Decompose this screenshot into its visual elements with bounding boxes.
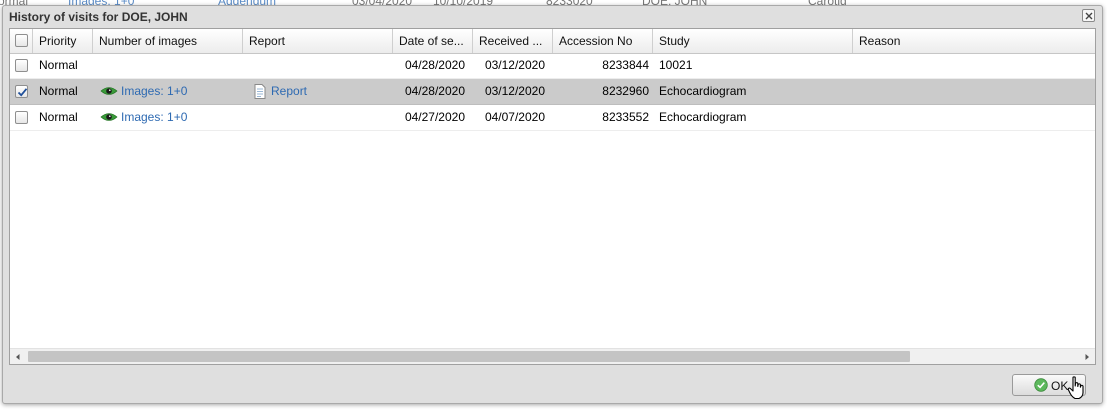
checkmark-icon <box>17 88 28 97</box>
scroll-right-button[interactable] <box>1079 349 1095 364</box>
cell-date: 04/28/2020 <box>404 84 465 98</box>
images-link[interactable]: Images: 1+0 <box>121 105 187 130</box>
column-header-study[interactable]: Study <box>653 29 853 53</box>
scroll-thumb[interactable] <box>28 351 910 362</box>
cell-received: 03/12/2020 <box>484 58 545 72</box>
cell-accession: 8233552 <box>602 110 649 124</box>
eye-icon <box>100 113 118 121</box>
table-row[interactable]: Normal 04/28/2020 03/12/2020 8233844 100… <box>10 53 1095 79</box>
cell-priority: Normal <box>39 58 78 72</box>
cell-priority: Normal <box>39 110 78 124</box>
eye-icon <box>100 87 118 95</box>
images-link[interactable]: Images: 1+0 <box>121 79 187 104</box>
header-checkbox-cell <box>10 29 33 53</box>
visits-grid: Priority Number of images Report Date of… <box>9 28 1096 365</box>
cell-received: 03/12/2020 <box>484 84 545 98</box>
column-header-accession[interactable]: Accession No <box>553 29 653 53</box>
arrow-right-icon <box>1085 354 1089 360</box>
column-header-reason[interactable]: Reason <box>853 29 1095 53</box>
cell-study: Echocardiogram <box>659 84 747 98</box>
cell-date: 04/28/2020 <box>404 58 465 72</box>
document-icon <box>254 84 266 99</box>
row-checkbox[interactable] <box>15 59 28 72</box>
grid-header: Priority Number of images Report Date of… <box>10 29 1095 54</box>
cell-date: 04/27/2020 <box>404 110 465 124</box>
cell-accession: 8232960 <box>602 84 649 98</box>
scroll-left-button[interactable] <box>10 349 26 364</box>
cell-accession: 8233844 <box>602 58 649 72</box>
history-dialog: History of visits for DOE, JOHN Priority… <box>2 5 1103 404</box>
ok-label: OK <box>1051 379 1069 393</box>
select-all-checkbox[interactable] <box>15 34 28 47</box>
cell-priority: Normal <box>39 84 78 98</box>
cell-received: 04/07/2020 <box>484 110 545 124</box>
column-header-received[interactable]: Received ... <box>473 29 553 53</box>
cell-study: 10021 <box>659 58 693 72</box>
table-row[interactable]: Normal Images: 1+0 04/27/2020 04/07/2020… <box>10 105 1095 131</box>
column-header-priority[interactable]: Priority <box>33 29 93 53</box>
report-link[interactable]: Report <box>271 79 307 104</box>
column-header-report[interactable]: Report <box>243 29 393 53</box>
arrow-left-icon <box>16 354 20 360</box>
column-header-images[interactable]: Number of images <box>93 29 243 53</box>
dialog-titlebar[interactable]: History of visits for DOE, JOHN <box>3 6 1102 27</box>
row-checkbox[interactable] <box>15 85 28 98</box>
column-header-date[interactable]: Date of se... <box>393 29 473 53</box>
table-row[interactable]: Normal Images: 1+0 Report 04/28/2020 03/… <box>10 79 1095 105</box>
row-checkbox[interactable] <box>15 111 28 124</box>
hand-cursor-icon <box>1067 376 1084 400</box>
close-button[interactable] <box>1082 9 1095 22</box>
cell-study: Echocardiogram <box>659 110 747 124</box>
check-circle-icon <box>1034 378 1048 392</box>
horizontal-scrollbar[interactable] <box>10 348 1095 364</box>
close-icon <box>1085 12 1093 20</box>
dialog-title: History of visits for DOE, JOHN <box>9 10 188 24</box>
